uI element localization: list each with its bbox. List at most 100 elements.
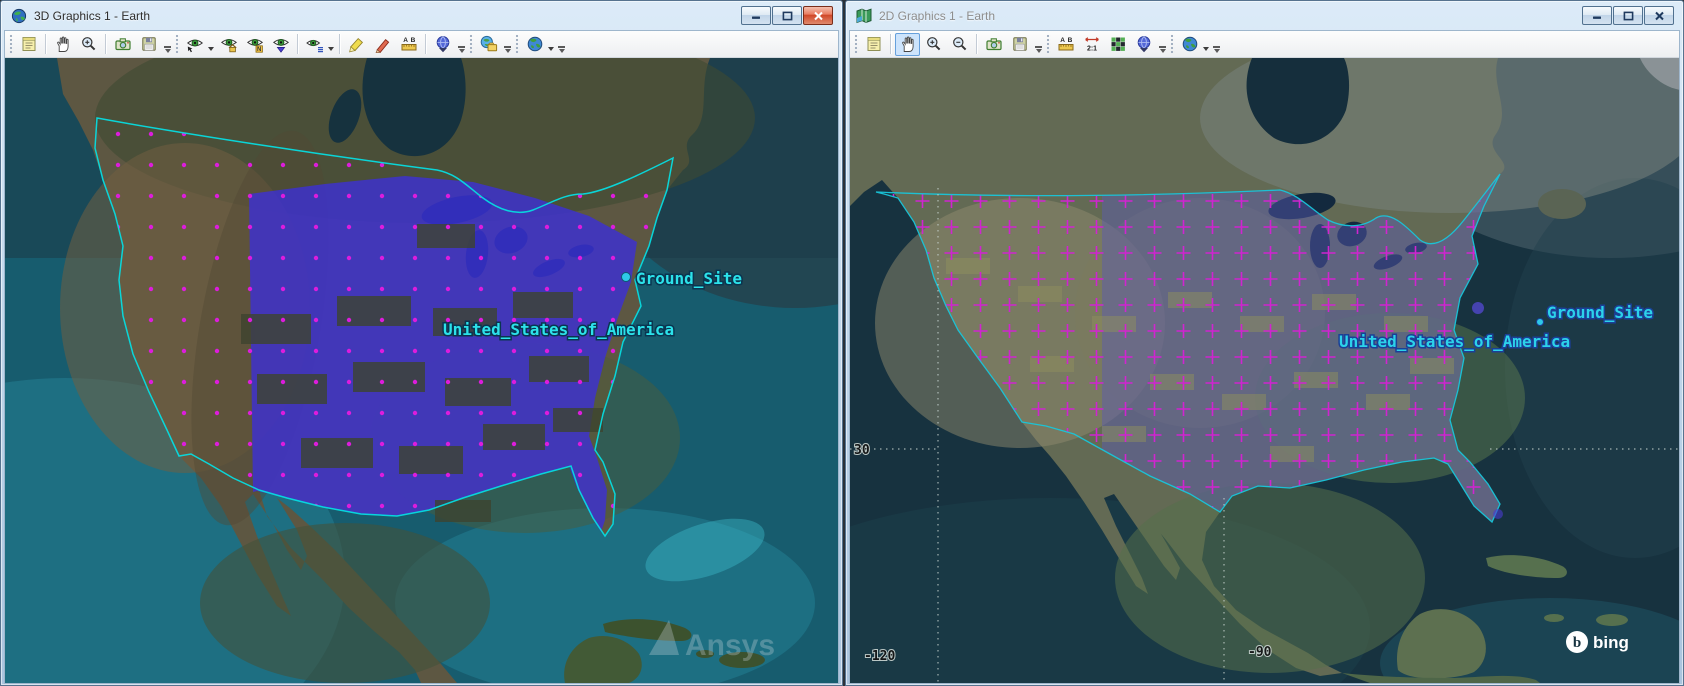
hand-icon xyxy=(54,35,72,53)
svg-text:B: B xyxy=(410,37,415,44)
snapshot-button[interactable] xyxy=(981,33,1006,56)
map-2d-viewport[interactable]: 30 -120 -90 Ground_Site United_States_of… xyxy=(850,58,1679,683)
dropdown-caret[interactable] xyxy=(548,47,554,51)
measure-button[interactable]: AB xyxy=(1053,33,1078,56)
eye-arrow-icon xyxy=(186,35,204,53)
save-image-button[interactable] xyxy=(1007,33,1032,56)
measure-button[interactable]: AB xyxy=(396,33,421,56)
toolbar-grip[interactable] xyxy=(854,34,859,54)
maximize-button[interactable] xyxy=(1613,6,1643,25)
scale-button[interactable]: 2:1 xyxy=(1079,33,1104,56)
eye-north-icon: N xyxy=(246,35,264,53)
ground-site-marker[interactable] xyxy=(1537,319,1544,326)
snapshot-button[interactable] xyxy=(110,33,135,56)
toolbar-overflow-button[interactable] xyxy=(456,33,467,56)
window-2d-graphics: 2D Graphics 1 - Earth xyxy=(845,0,1684,686)
toolbar-overflow-button[interactable] xyxy=(1033,33,1044,56)
ruler-ab-icon: AB xyxy=(1057,35,1075,53)
north-up-button[interactable]: N xyxy=(242,33,267,56)
toolbar-overflow-button[interactable] xyxy=(162,33,173,56)
globe-folder-icon xyxy=(480,35,498,53)
earth-globe-icon xyxy=(1181,35,1199,53)
grid-button[interactable] xyxy=(1105,33,1130,56)
toolbar-grip[interactable] xyxy=(175,34,180,54)
floppy-icon xyxy=(1011,35,1029,53)
map-3d-viewport[interactable]: Ground_Site United_States_of_America Ans… xyxy=(5,58,838,683)
minimize-icon xyxy=(752,17,760,19)
minimize-button[interactable] xyxy=(741,6,771,25)
ground-site-label: Ground_Site xyxy=(636,269,742,288)
country-label: United_States_of_America xyxy=(443,320,674,339)
pan-button[interactable] xyxy=(50,33,75,56)
svg-text:A: A xyxy=(403,37,408,44)
dropdown-caret[interactable] xyxy=(208,47,214,51)
toolbar-separator xyxy=(339,34,340,54)
toolbar-separator xyxy=(45,34,46,54)
magnifier-plus-icon xyxy=(80,35,98,53)
titlebar-2d[interactable]: 2D Graphics 1 - Earth xyxy=(846,1,1683,30)
save-image-button[interactable] xyxy=(136,33,161,56)
titlebar-3d[interactable]: 3D Graphics 1 - Earth xyxy=(1,1,842,30)
window-title: 3D Graphics 1 - Earth xyxy=(34,9,150,23)
dropdown-caret[interactable] xyxy=(1203,47,1209,51)
close-icon xyxy=(815,12,822,19)
toolbar-overflow-button[interactable] xyxy=(502,33,513,56)
toolbar-separator xyxy=(890,34,891,54)
magnifier-plus-icon xyxy=(925,35,943,53)
ground-site-label: Ground_Site xyxy=(1547,303,1653,322)
home-view-button[interactable] xyxy=(216,33,241,56)
highlight-button[interactable] xyxy=(344,33,369,56)
notepad-icon xyxy=(865,35,883,53)
svg-text:B: B xyxy=(1067,37,1072,44)
svg-text:Ansys: Ansys xyxy=(685,629,775,662)
minimize-button[interactable] xyxy=(1582,6,1612,25)
close-button[interactable] xyxy=(803,6,833,25)
toolbar-grip[interactable] xyxy=(9,34,14,54)
zoom-out-button[interactable] xyxy=(947,33,972,56)
toolbar-2d: AB 2:1 xyxy=(850,31,1679,58)
globe-options-button[interactable] xyxy=(430,33,455,56)
blue-globe-icon xyxy=(1135,35,1153,53)
bing-logo: b bing xyxy=(1566,631,1629,653)
svg-text:A: A xyxy=(1060,37,1065,44)
toolbar-grip[interactable] xyxy=(469,34,474,54)
toolbar-3d: N AB xyxy=(5,31,838,58)
properties-button[interactable] xyxy=(16,33,41,56)
nadir-view-button[interactable] xyxy=(268,33,293,56)
toolbar-grip[interactable] xyxy=(515,34,520,54)
eye-nadir-icon xyxy=(272,35,290,53)
close-button[interactable] xyxy=(1644,6,1674,25)
close-icon xyxy=(1656,12,1663,19)
view-from-button[interactable] xyxy=(182,33,207,56)
dropdown-caret[interactable] xyxy=(328,47,334,51)
globe-3d-icon xyxy=(11,8,27,24)
svg-text:2:1: 2:1 xyxy=(1086,46,1096,53)
toolbar-overflow-button[interactable] xyxy=(1157,33,1168,56)
window-controls xyxy=(1582,6,1674,25)
toolbar-grip[interactable] xyxy=(1046,34,1051,54)
zoom-in-button[interactable] xyxy=(921,33,946,56)
toolbar-separator xyxy=(297,34,298,54)
svg-text:N: N xyxy=(257,47,261,53)
window-title: 2D Graphics 1 - Earth xyxy=(879,9,995,23)
camera-icon xyxy=(985,35,1003,53)
lon-label-minus90: -90 xyxy=(1248,645,1272,660)
maximize-icon xyxy=(1624,12,1632,19)
scale-2to1-icon: 2:1 xyxy=(1083,35,1101,53)
toolbar-overflow-button[interactable] xyxy=(556,33,567,56)
toolbar-overflow-button[interactable] xyxy=(1211,33,1222,56)
view-list-button[interactable] xyxy=(302,33,327,56)
toolbar-grip[interactable] xyxy=(1170,34,1175,54)
ground-site-marker[interactable] xyxy=(622,273,631,282)
pan-button[interactable] xyxy=(895,33,920,56)
globe-manager-button[interactable] xyxy=(476,33,501,56)
globe-options-button[interactable] xyxy=(1131,33,1156,56)
imagery-button[interactable] xyxy=(522,33,547,56)
properties-button[interactable] xyxy=(861,33,886,56)
imagery-button[interactable] xyxy=(1177,33,1202,56)
zoom-button[interactable] xyxy=(76,33,101,56)
maximize-button[interactable] xyxy=(772,6,802,25)
maximize-icon xyxy=(783,12,791,19)
annotate-button[interactable] xyxy=(370,33,395,56)
lon-label-minus120: -120 xyxy=(864,649,895,664)
